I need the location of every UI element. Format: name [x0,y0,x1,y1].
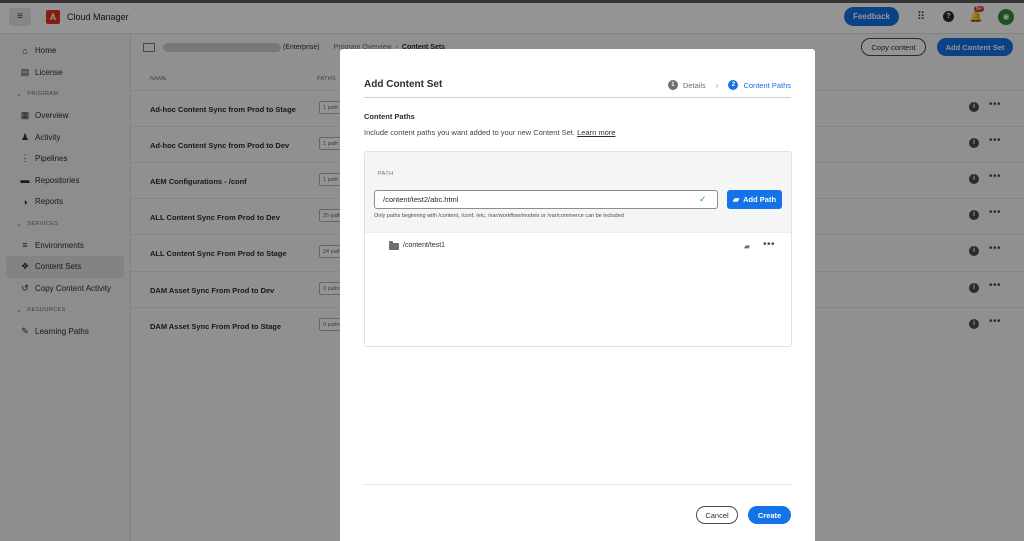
description-text: Include content paths you want added to … [364,128,575,137]
path-input[interactable] [374,190,718,209]
add-content-set-dialog: Add Content Set 1 Details › 2 Content Pa… [340,49,815,541]
cancel-button[interactable]: Cancel [696,506,738,524]
section-description: Include content paths you want added to … [364,128,615,137]
dialog-title: Add Content Set [364,79,443,90]
wizard-stepper: 1 Details › 2 Content Paths [667,80,791,90]
step-details-label[interactable]: Details [683,81,706,90]
content-paths-panel: PATH ✓ ▰ Add Path Only paths beginning w… [364,151,792,347]
step-1-number: 1 [667,80,678,90]
more-actions-icon[interactable]: ••• [763,239,775,250]
path-list-item[interactable]: /content/test1 ▰ ••• [365,239,791,257]
folder-icon [389,241,399,250]
create-button[interactable]: Create [748,506,791,524]
path-column-label: PATH [378,171,394,177]
footer-divider [364,484,791,485]
add-path-label: Add Path [743,195,777,204]
chevron-right-icon: › [715,80,719,90]
folder-add-icon: ▰ [732,195,740,204]
step-2-number: 2 [728,80,739,90]
checkmark-icon: ✓ [699,194,707,204]
step-content-paths-label: Content Paths [743,80,791,90]
add-path-button[interactable]: ▰ Add Path [727,190,782,209]
dialog-divider [364,97,791,98]
path-entry-area: PATH ✓ ▰ Add Path Only paths beginning w… [365,152,791,233]
path-help-text: Only paths beginning with /content, /con… [374,213,624,219]
section-title: Content Paths [364,112,415,121]
folder-settings-icon[interactable]: ▰ [744,242,750,251]
learn-more-link[interactable]: Learn more [577,128,615,137]
path-value: /content/test1 [403,242,446,249]
